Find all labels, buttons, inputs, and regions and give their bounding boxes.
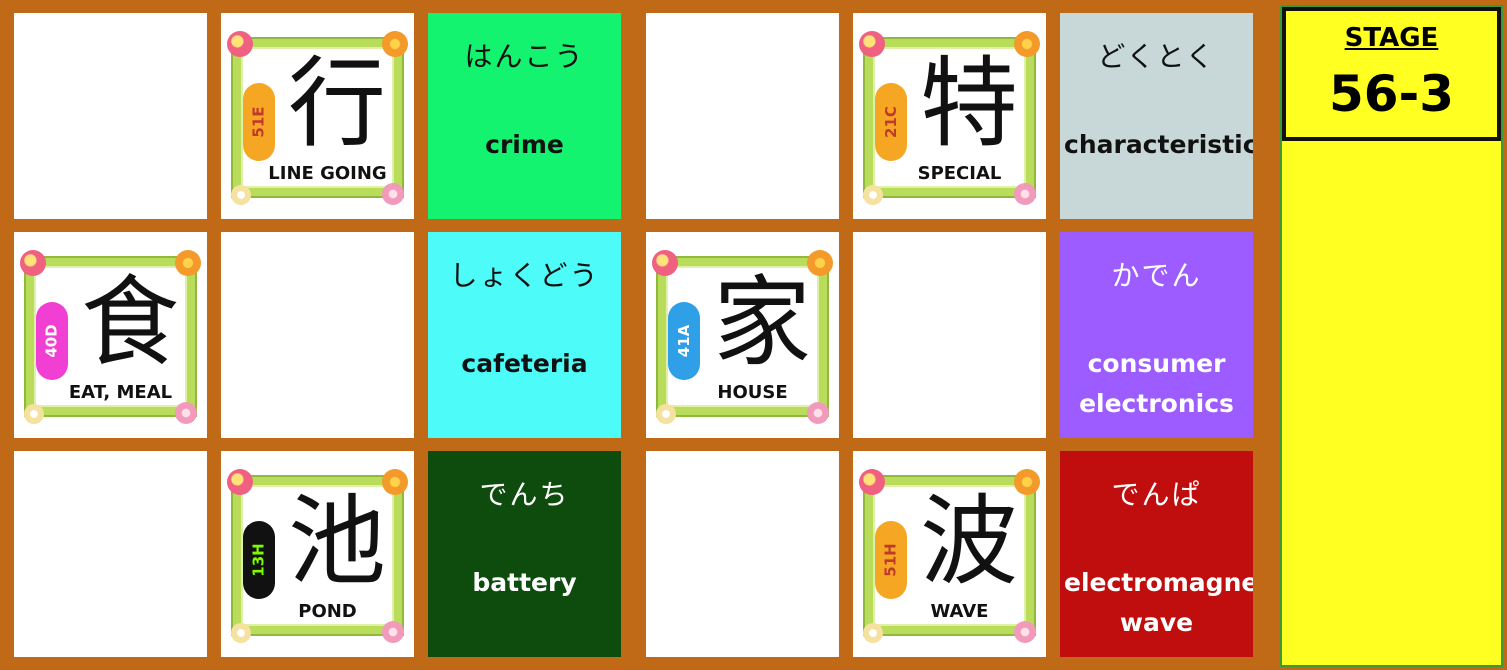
kanji-glyph: 家: [712, 266, 811, 380]
kanji-meaning: WAVE: [930, 601, 989, 622]
kanji-code: 13H: [250, 543, 268, 577]
flower-icon: [863, 185, 883, 205]
flower-icon: [656, 404, 676, 424]
kanji-glyph: 食: [80, 266, 179, 380]
word-card[interactable]: しょくどう cafeteria: [428, 232, 621, 438]
kanji-meaning: POND: [298, 601, 357, 622]
kanji-code-badge: 40D: [36, 302, 68, 380]
flower-icon: [227, 31, 253, 57]
flower-icon: [1014, 621, 1036, 643]
kanji-code-badge: 51E: [243, 83, 275, 161]
word-meaning: characteristic: [1064, 130, 1253, 159]
kanji-code-badge: 13H: [243, 521, 275, 599]
flower-icon: [859, 469, 885, 495]
word-meaning: electromagnetic wave: [1064, 568, 1253, 637]
flower-icon: [863, 623, 883, 643]
kanji-code: 41A: [675, 324, 694, 358]
kanji-code: 21C: [881, 106, 900, 138]
word-meaning: consumer electronics: [1079, 349, 1234, 418]
word-reading: かでん: [1111, 259, 1202, 292]
word-reading: でんぱ: [1111, 478, 1202, 511]
flower-icon: [227, 469, 253, 495]
word-meaning: battery: [472, 568, 577, 597]
kanji-glyph: 特: [919, 47, 1018, 161]
blank-card[interactable]: [853, 232, 1046, 438]
kanji-meaning: LINE GOING: [268, 163, 387, 184]
word-reading: でんち: [479, 478, 570, 511]
word-card[interactable]: かでん consumer electronics: [1060, 232, 1253, 438]
word-card[interactable]: はんこう crime: [428, 13, 621, 219]
kanji-glyph: 池: [287, 485, 386, 599]
blank-card[interactable]: [646, 451, 839, 657]
kanji-meaning: SPECIAL: [917, 163, 1002, 184]
kanji-code: 51E: [250, 106, 268, 138]
flower-icon: [1014, 183, 1036, 205]
kanji-code: 40D: [43, 324, 62, 358]
kanji-card[interactable]: 51H 波 WAVE: [853, 451, 1046, 657]
kanji-code-badge: 21C: [875, 83, 907, 161]
flower-icon: [20, 250, 46, 276]
blank-card[interactable]: [646, 13, 839, 219]
flower-icon: [807, 402, 829, 424]
kanji-card[interactable]: 21C 特 SPECIAL: [853, 13, 1046, 219]
word-meaning: cafeteria: [461, 349, 588, 378]
word-card[interactable]: でんぱ electromagnetic wave: [1060, 451, 1253, 657]
kanji-card[interactable]: 40D 食 EAT, MEAL: [14, 232, 207, 438]
flower-icon: [231, 623, 251, 643]
kanji-meaning: HOUSE: [717, 382, 788, 403]
kanji-card[interactable]: 13H 池 POND: [221, 451, 414, 657]
flower-icon: [382, 621, 404, 643]
blank-card[interactable]: [14, 13, 207, 219]
kanji-code: 51H: [882, 543, 900, 577]
flower-icon: [652, 250, 678, 276]
word-card[interactable]: でんち battery: [428, 451, 621, 657]
stage-label: STAGE: [1344, 23, 1439, 53]
word-meaning: crime: [485, 130, 564, 159]
kanji-glyph: 行: [287, 47, 386, 161]
kanji-card[interactable]: 41A 家 HOUSE: [646, 232, 839, 438]
flower-icon: [231, 185, 251, 205]
word-reading: どくとく: [1097, 40, 1216, 73]
blank-card[interactable]: [14, 451, 207, 657]
word-reading: はんこう: [464, 40, 585, 73]
word-card[interactable]: どくとく characteristic: [1060, 13, 1253, 219]
stage-panel: STAGE 56-3: [1280, 5, 1503, 667]
stage-indicator: STAGE 56-3: [1282, 7, 1501, 141]
flower-icon: [382, 183, 404, 205]
kanji-code-badge: 51H: [875, 521, 907, 599]
flower-icon: [859, 31, 885, 57]
word-reading: しょくどう: [449, 259, 600, 292]
kanji-meaning: EAT, MEAL: [68, 382, 173, 403]
stage-number: 56-3: [1328, 65, 1455, 123]
flower-icon: [175, 402, 197, 424]
blank-card[interactable]: [221, 232, 414, 438]
kanji-card[interactable]: 51E 行 LINE GOING: [221, 13, 414, 219]
kanji-glyph: 波: [919, 485, 1018, 599]
flower-icon: [24, 404, 44, 424]
kanji-code-badge: 41A: [668, 302, 700, 380]
